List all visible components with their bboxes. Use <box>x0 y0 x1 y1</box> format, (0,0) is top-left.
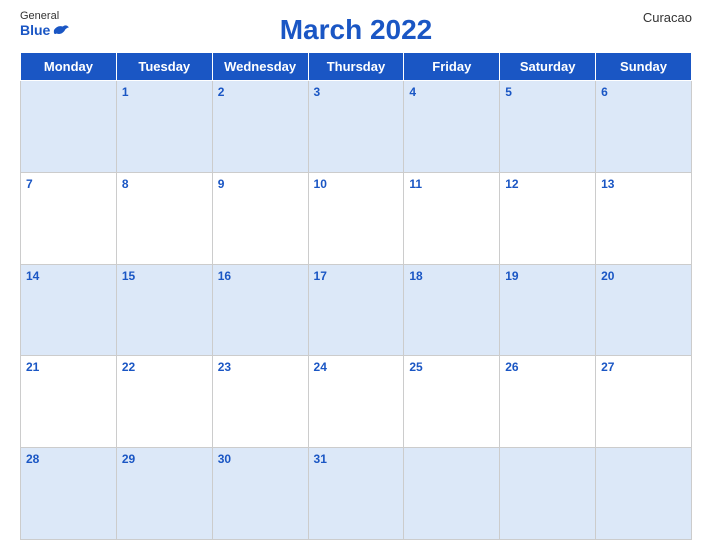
weekday-sunday: Sunday <box>596 53 692 81</box>
day-number: 26 <box>505 360 518 374</box>
calendar-cell: 4 <box>404 81 500 173</box>
calendar-cell: 18 <box>404 264 500 356</box>
calendar-cell <box>404 448 500 540</box>
day-number: 30 <box>218 452 231 466</box>
calendar-cell: 8 <box>116 172 212 264</box>
day-number: 3 <box>314 85 321 99</box>
calendar-cell: 27 <box>596 356 692 448</box>
calendar-table: MondayTuesdayWednesdayThursdayFridaySatu… <box>20 52 692 540</box>
day-number: 23 <box>218 360 231 374</box>
calendar-cell: 29 <box>116 448 212 540</box>
calendar-cell: 28 <box>21 448 117 540</box>
day-number: 16 <box>218 269 231 283</box>
weekday-saturday: Saturday <box>500 53 596 81</box>
day-number: 5 <box>505 85 512 99</box>
calendar-title: March 2022 <box>280 14 433 46</box>
calendar-cell: 15 <box>116 264 212 356</box>
day-number: 9 <box>218 177 225 191</box>
weekday-header-row: MondayTuesdayWednesdayThursdayFridaySatu… <box>21 53 692 81</box>
day-number: 12 <box>505 177 518 191</box>
day-number: 17 <box>314 269 327 283</box>
calendar-cell: 14 <box>21 264 117 356</box>
logo-blue-text: Blue <box>20 22 70 38</box>
calendar-cell <box>21 81 117 173</box>
calendar-cell: 5 <box>500 81 596 173</box>
day-number: 14 <box>26 269 39 283</box>
day-number: 13 <box>601 177 614 191</box>
day-number: 21 <box>26 360 39 374</box>
calendar-cell: 2 <box>212 81 308 173</box>
logo-general-text: General <box>20 10 59 22</box>
weekday-friday: Friday <box>404 53 500 81</box>
calendar-cell: 23 <box>212 356 308 448</box>
calendar-cell: 16 <box>212 264 308 356</box>
day-number: 2 <box>218 85 225 99</box>
calendar-cell <box>596 448 692 540</box>
calendar-cell: 24 <box>308 356 404 448</box>
calendar-cell: 6 <box>596 81 692 173</box>
day-number: 28 <box>26 452 39 466</box>
calendar-cell: 25 <box>404 356 500 448</box>
day-number: 1 <box>122 85 129 99</box>
calendar-cell: 3 <box>308 81 404 173</box>
weekday-tuesday: Tuesday <box>116 53 212 81</box>
day-number: 29 <box>122 452 135 466</box>
calendar-cell: 17 <box>308 264 404 356</box>
calendar-cell: 21 <box>21 356 117 448</box>
calendar-cell: 31 <box>308 448 404 540</box>
country-label: Curacao <box>643 10 692 25</box>
day-number: 15 <box>122 269 135 283</box>
week-row-5: 28 29 30 31 <box>21 448 692 540</box>
calendar-cell: 10 <box>308 172 404 264</box>
logo-bird-icon <box>52 23 70 37</box>
day-number: 18 <box>409 269 422 283</box>
calendar-header: General Blue March 2022 Curacao <box>20 10 692 46</box>
day-number: 25 <box>409 360 422 374</box>
calendar-cell: 30 <box>212 448 308 540</box>
week-row-3: 14 15 16 17 18 19 20 <box>21 264 692 356</box>
calendar-cell <box>500 448 596 540</box>
day-number: 10 <box>314 177 327 191</box>
day-number: 6 <box>601 85 608 99</box>
day-number: 19 <box>505 269 518 283</box>
day-number: 7 <box>26 177 33 191</box>
calendar-cell: 26 <box>500 356 596 448</box>
calendar-cell: 7 <box>21 172 117 264</box>
day-number: 11 <box>409 177 422 191</box>
calendar-cell: 13 <box>596 172 692 264</box>
day-number: 4 <box>409 85 416 99</box>
day-number: 22 <box>122 360 135 374</box>
weekday-wednesday: Wednesday <box>212 53 308 81</box>
calendar-cell: 1 <box>116 81 212 173</box>
calendar-cell: 12 <box>500 172 596 264</box>
day-number: 27 <box>601 360 614 374</box>
calendar-cell: 22 <box>116 356 212 448</box>
calendar-cell: 20 <box>596 264 692 356</box>
calendar-cell: 9 <box>212 172 308 264</box>
day-number: 24 <box>314 360 327 374</box>
day-number: 31 <box>314 452 327 466</box>
weekday-monday: Monday <box>21 53 117 81</box>
calendar-cell: 19 <box>500 264 596 356</box>
day-number: 8 <box>122 177 129 191</box>
week-row-2: 7 8 9 10 11 12 13 <box>21 172 692 264</box>
calendar-cell: 11 <box>404 172 500 264</box>
logo: General Blue <box>20 10 70 38</box>
day-number: 20 <box>601 269 614 283</box>
week-row-4: 21 22 23 24 25 26 27 <box>21 356 692 448</box>
week-row-1: 1 2 3 4 5 6 <box>21 81 692 173</box>
weekday-thursday: Thursday <box>308 53 404 81</box>
